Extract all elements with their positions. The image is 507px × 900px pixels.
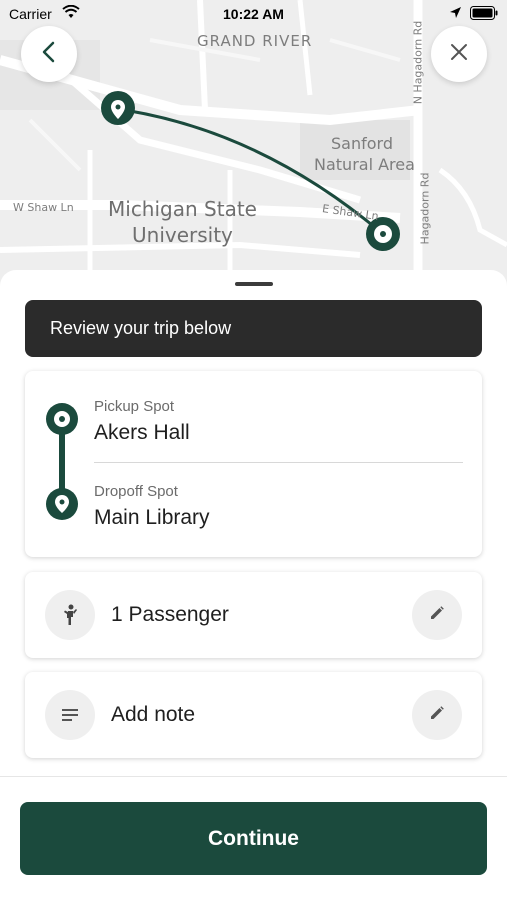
map-label-msu: Michigan State bbox=[108, 197, 257, 221]
map-label-grand-river: GRAND RIVER bbox=[197, 32, 313, 50]
close-button[interactable] bbox=[431, 26, 487, 82]
location-arrow-icon bbox=[449, 6, 462, 22]
pickup-label: Pickup Spot bbox=[94, 398, 175, 415]
dropoff-label: Dropoff Spot bbox=[94, 483, 178, 500]
map-label-university: University bbox=[132, 223, 233, 247]
map-label-natural-area: Natural Area bbox=[314, 155, 415, 174]
sheet-grabber-handle[interactable] bbox=[235, 282, 273, 286]
map-label-sanford: Sanford bbox=[331, 134, 393, 153]
map-label-hagadorn: Hagadorn Rd bbox=[418, 172, 432, 245]
dropoff-pin-icon bbox=[46, 488, 78, 520]
note-row[interactable]: Add note bbox=[25, 672, 482, 758]
map-label-n-hagadorn: N Hagadorn Rd bbox=[411, 20, 425, 105]
map-view[interactable]: GRAND RIVER Sanford Natural Area Michiga… bbox=[0, 0, 507, 300]
trip-review-sheet: Review your trip below Pickup Spot Akers… bbox=[0, 270, 507, 900]
route-card: Pickup Spot Akers Hall Dropoff Spot Main… bbox=[25, 371, 482, 557]
pencil-icon bbox=[430, 705, 444, 725]
map-label-w-shaw: W Shaw Ln bbox=[13, 201, 74, 214]
stop-divider bbox=[94, 462, 463, 463]
passenger-row[interactable]: 1 Passenger bbox=[25, 572, 482, 658]
clock: 10:22 AM bbox=[223, 6, 284, 22]
add-note-label: Add note bbox=[111, 703, 196, 726]
pickup-value[interactable]: Akers Hall bbox=[94, 421, 190, 445]
map-pickup-marker[interactable] bbox=[101, 91, 135, 125]
person-icon bbox=[45, 590, 95, 640]
back-button[interactable] bbox=[21, 26, 77, 82]
dropoff-value[interactable]: Main Library bbox=[94, 506, 210, 530]
battery-icon bbox=[470, 6, 498, 23]
status-bar: Carrier 10:22 AM bbox=[0, 0, 507, 28]
footer-divider bbox=[0, 776, 507, 777]
chevron-left-icon bbox=[39, 40, 59, 69]
review-banner: Review your trip below bbox=[25, 300, 482, 357]
passenger-count: 1 Passenger bbox=[111, 603, 229, 626]
pencil-icon bbox=[430, 605, 444, 625]
edit-passengers-button[interactable] bbox=[412, 590, 462, 640]
notes-icon bbox=[45, 690, 95, 740]
continue-button[interactable]: Continue bbox=[20, 802, 487, 875]
close-icon bbox=[449, 42, 469, 67]
edit-note-button[interactable] bbox=[412, 690, 462, 740]
pickup-dot-icon bbox=[46, 403, 78, 435]
